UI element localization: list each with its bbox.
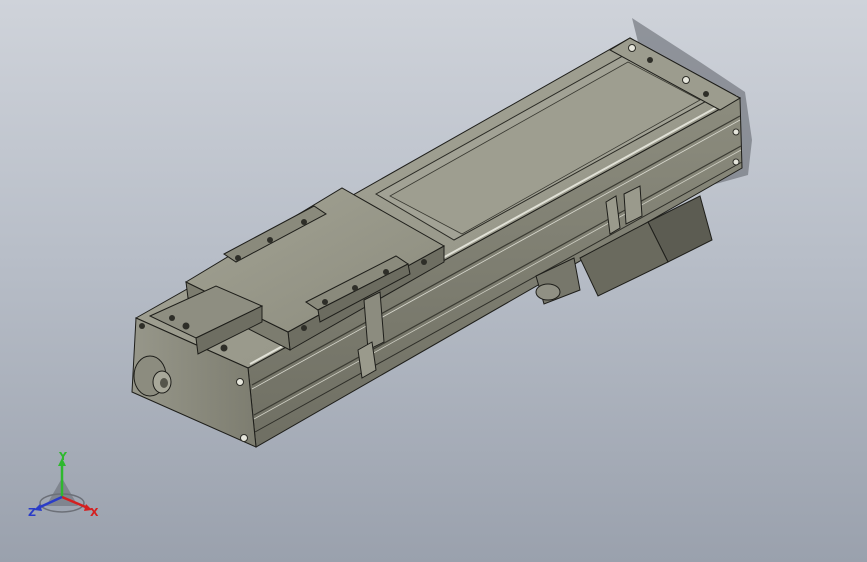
hole: [322, 299, 328, 305]
hole: [383, 269, 389, 275]
coupling-round: [535, 283, 561, 301]
triad-y-label: Y: [58, 450, 68, 463]
hole: [352, 285, 358, 291]
hole: [169, 315, 175, 321]
hole: [421, 259, 427, 265]
hole: [732, 158, 740, 166]
view-triad[interactable]: Y X Z: [28, 450, 99, 519]
hole: [139, 323, 145, 329]
cad-viewport[interactable]: Y X Z: [0, 0, 867, 562]
hole: [235, 255, 241, 261]
sensor-flag: [363, 291, 385, 351]
hole: [732, 128, 740, 136]
hole: [182, 322, 190, 330]
hole: [236, 378, 244, 386]
hole: [647, 57, 653, 63]
triad-z-label: Z: [28, 506, 36, 519]
end-boss-core: [160, 378, 168, 388]
hole: [301, 219, 307, 225]
hole: [682, 76, 690, 84]
hole: [703, 91, 709, 97]
triad-x-label: X: [90, 506, 99, 519]
hole: [240, 434, 248, 442]
hole: [220, 344, 228, 352]
cad-canvas[interactable]: Y X Z: [0, 0, 867, 562]
hole: [628, 44, 636, 52]
hole: [301, 325, 307, 331]
hole: [267, 237, 273, 243]
